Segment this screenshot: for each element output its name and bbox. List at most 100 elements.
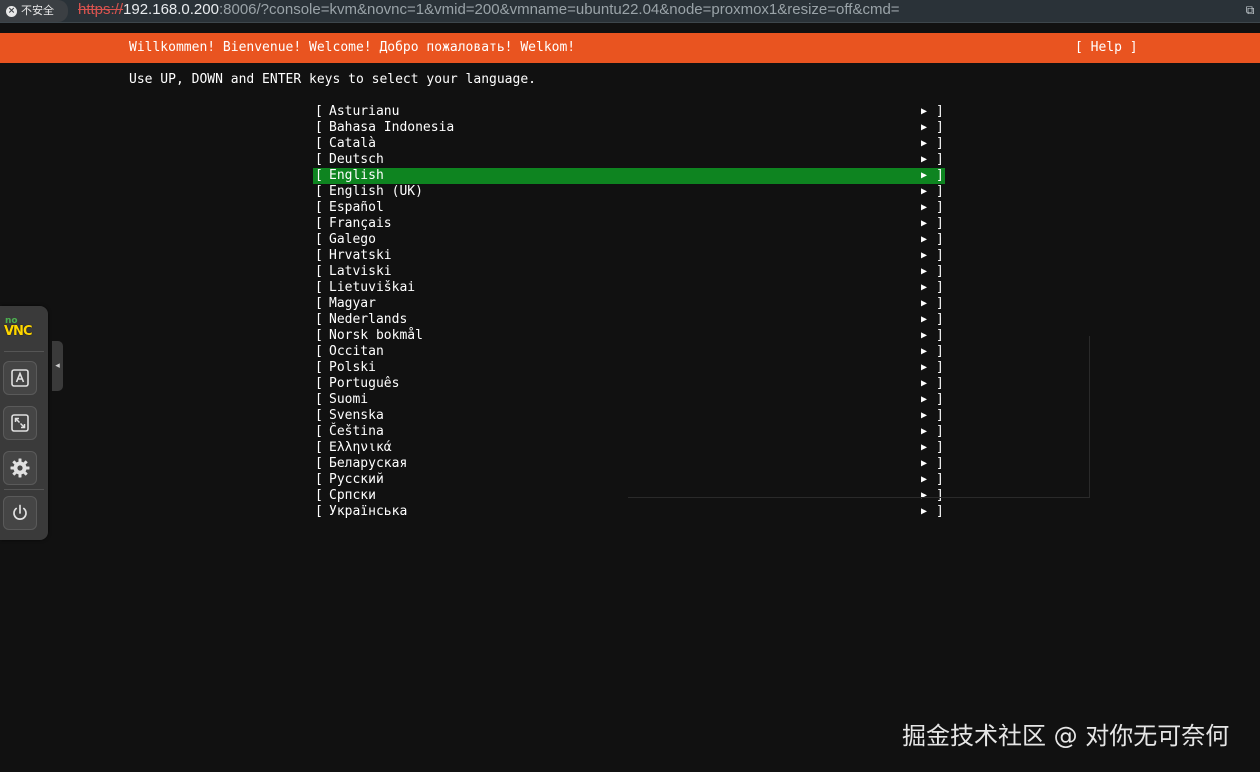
language-name: Latviski (329, 264, 392, 279)
language-option[interactable]: [Suomi ▶] (313, 392, 945, 408)
left-bracket: [ (315, 360, 323, 375)
language-option[interactable]: [Polski ▶] (313, 360, 945, 376)
language-option[interactable]: [Español ▶] (313, 200, 945, 216)
left-bracket: [ (315, 152, 323, 167)
language-option[interactable]: [Norsk bokmål ▶] (313, 328, 945, 344)
right-bracket: ] (936, 328, 944, 343)
render-artifact (628, 497, 1090, 498)
submenu-arrow-icon: ▶ (921, 250, 928, 261)
language-option[interactable]: [Lietuviškai ▶] (313, 280, 945, 296)
language-option[interactable]: [Français ▶] (313, 216, 945, 232)
left-bracket: [ (315, 104, 323, 119)
left-bracket: [ (315, 200, 323, 215)
language-name: Asturianu (329, 104, 400, 119)
language-name: Bahasa Indonesia (329, 120, 455, 135)
language-name: Nederlands (329, 312, 408, 327)
fullscreen-button[interactable] (3, 406, 37, 440)
left-bracket: [ (315, 136, 323, 151)
url-host: 192.168.0.200 (123, 1, 219, 18)
language-option[interactable]: [Hrvatski ▶] (313, 248, 945, 264)
language-option[interactable]: [Galego ▶] (313, 232, 945, 248)
language-option[interactable]: [Српски ▶] (313, 488, 945, 504)
submenu-arrow-icon: ▶ (921, 378, 928, 389)
right-bracket: ] (936, 424, 944, 439)
right-bracket: ] (936, 392, 944, 407)
language-name: Hrvatski (329, 248, 392, 263)
left-bracket: [ (315, 168, 323, 183)
language-option[interactable]: [Svenska ▶] (313, 408, 945, 424)
browser-address-bar[interactable]: × 不安全 https://192.168.0.200:8006/?consol… (0, 0, 1260, 23)
help-button[interactable]: [ Help ] (1075, 33, 1138, 63)
logo-vnc: VNC (4, 324, 33, 339)
language-name: Lietuviškai (329, 280, 416, 295)
right-bracket: ] (936, 120, 944, 135)
language-option[interactable]: [Беларуская ▶] (313, 456, 945, 472)
left-bracket: [ (315, 488, 323, 503)
language-option[interactable]: [Ελληνικά ▶] (313, 440, 945, 456)
right-bracket: ] (936, 472, 944, 487)
right-bracket: ] (936, 200, 944, 215)
left-bracket: [ (315, 408, 323, 423)
language-name: English (329, 168, 384, 183)
left-bracket: [ (315, 184, 323, 199)
novnc-logo: no VNC (3, 316, 43, 346)
settings-button[interactable] (3, 451, 37, 485)
submenu-arrow-icon: ▶ (921, 410, 928, 421)
language-name: Magyar (329, 296, 376, 311)
language-option[interactable]: [ Deutsch ▶] (313, 152, 945, 168)
language-name: Русский (329, 472, 384, 487)
language-option[interactable]: [Nederlands ▶] (313, 312, 945, 328)
submenu-arrow-icon: ▶ (921, 138, 928, 149)
language-name: Português (329, 376, 400, 391)
submenu-arrow-icon: ▶ (921, 122, 928, 133)
left-bracket: [ (315, 392, 323, 407)
language-option[interactable]: [ Русский ▶] (313, 472, 945, 488)
left-bracket: [ (315, 232, 323, 247)
right-bracket: ] (936, 504, 944, 519)
submenu-arrow-icon: ▶ (921, 266, 928, 277)
left-bracket: [ (315, 472, 323, 487)
language-option[interactable]: [Português ▶] (313, 376, 945, 392)
language-option[interactable]: [Asturianu ▶] (313, 104, 945, 120)
vnc-console-page: × 不安全 https://192.168.0.200:8006/?consol… (0, 0, 1260, 772)
language-option[interactable]: [Čeština ▶] (313, 424, 945, 440)
submenu-arrow-icon: ▶ (921, 106, 928, 117)
language-option[interactable]: [English ▶] (313, 168, 945, 184)
right-bracket: ] (936, 312, 944, 327)
submenu-arrow-icon: ▶ (921, 442, 928, 453)
left-bracket: [ (315, 328, 323, 343)
language-option[interactable]: [Català ▶] (313, 136, 945, 152)
url-text[interactable]: https://192.168.0.200:8006/?console=kvm&… (78, 0, 900, 22)
installer-header: Willkommen! Bienvenue! Welcome! Добро по… (0, 33, 1260, 63)
language-option[interactable]: [Magyar ▶] (313, 296, 945, 312)
submenu-arrow-icon: ▶ (921, 474, 928, 485)
submenu-arrow-icon: ▶ (921, 282, 928, 293)
submenu-arrow-icon: ▶ (921, 170, 928, 181)
language-name: Galego (329, 232, 376, 247)
render-artifact (1089, 336, 1090, 498)
right-bracket: ] (936, 488, 944, 503)
url-path: :8006/?console=kvm&novnc=1&vmid=200&vmna… (218, 1, 900, 18)
language-option[interactable]: [Latviski ▶] (313, 264, 945, 280)
language-name: Ελληνικά (329, 440, 392, 455)
security-badge[interactable]: × 不安全 (0, 0, 68, 22)
language-name: Occitan (329, 344, 384, 359)
language-option[interactable]: [Bahasa Indonesia ▶] (313, 120, 945, 136)
submenu-arrow-icon: ▶ (921, 186, 928, 197)
translate-icon[interactable]: ⧉ (1242, 2, 1258, 18)
language-option[interactable]: [Українська ▶] (313, 504, 945, 520)
submenu-arrow-icon: ▶ (921, 346, 928, 357)
right-bracket: ] (936, 408, 944, 423)
right-bracket: ] (936, 280, 944, 295)
power-button[interactable] (3, 496, 37, 530)
left-bracket: [ (315, 248, 323, 263)
language-option[interactable]: [English (UK) ▶] (313, 184, 945, 200)
language-name: Deutsch (329, 152, 384, 167)
right-bracket: ] (936, 152, 944, 167)
left-bracket: [ (315, 424, 323, 439)
language-option[interactable]: [Occitan ▶] (313, 344, 945, 360)
submenu-arrow-icon: ▶ (921, 154, 928, 165)
extra-keys-button[interactable] (3, 361, 37, 395)
control-bar-handle[interactable]: ◂ (52, 341, 63, 391)
language-name: Español (329, 200, 384, 215)
